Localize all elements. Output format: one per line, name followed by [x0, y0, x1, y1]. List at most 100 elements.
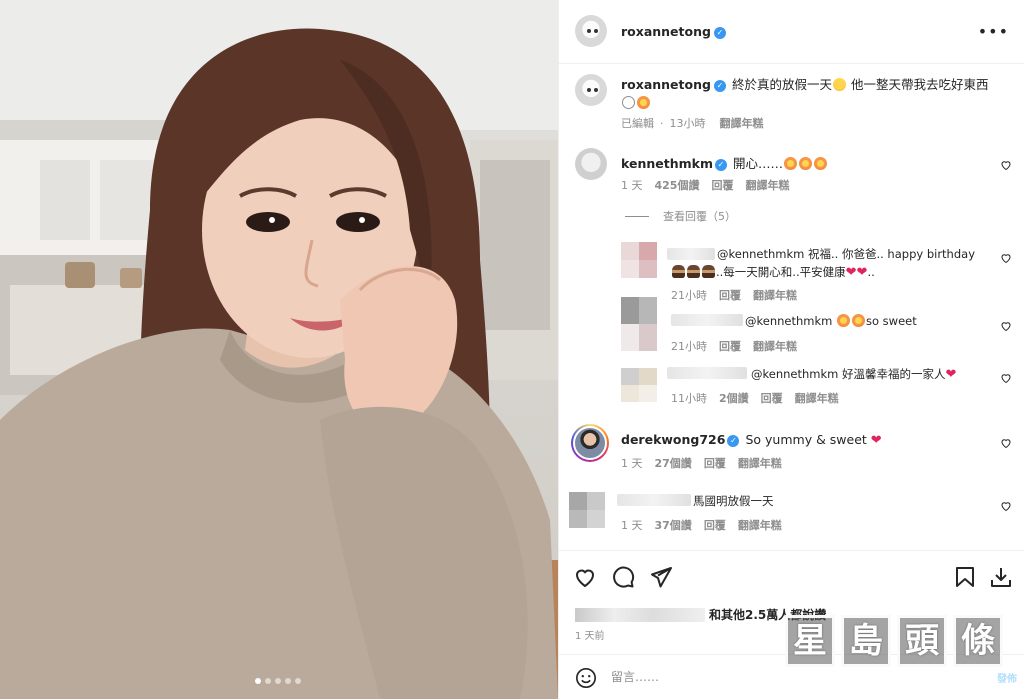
avatar-image	[573, 426, 607, 460]
author-username[interactable]: roxannetong ✓	[621, 24, 726, 39]
post-time[interactable]: 1 天前	[575, 627, 605, 642]
comment-meta: 1 天 425個讚 回覆 翻譯年糕	[621, 177, 789, 193]
reply-button[interactable]: 回覆	[719, 287, 741, 303]
reply-text: @kennethmkm 好溫馨幸福的一家人❤	[751, 366, 956, 382]
smile-icon[interactable]	[575, 667, 597, 689]
caption-time[interactable]: 13小時	[670, 115, 706, 131]
reply-avatar[interactable]	[621, 242, 657, 278]
view-replies-label: 查看回覆（5）	[663, 210, 736, 223]
caption-author[interactable]: roxannetong ✓	[621, 77, 726, 92]
heart-icon[interactable]	[1000, 500, 1012, 512]
comment-username[interactable]	[617, 494, 691, 506]
comment-username[interactable]: kennethmkm	[621, 156, 713, 171]
caption-meta: 已編輯 · 13小時 翻譯年糕	[621, 115, 764, 131]
red-heart-icon: ❤	[856, 265, 868, 280]
translate-link[interactable]: 翻譯年糕	[753, 338, 797, 354]
reply-avatar[interactable]	[621, 368, 657, 402]
comment-avatar[interactable]	[575, 148, 607, 180]
reply-body: so sweet	[866, 314, 917, 328]
love-emoji-icon	[837, 314, 850, 327]
translate-link[interactable]: 翻譯年糕	[738, 455, 782, 471]
watermark-char: 頭	[897, 615, 947, 667]
reply-button[interactable]: 回覆	[719, 338, 741, 354]
carousel-dots[interactable]	[255, 678, 301, 684]
red-heart-icon: ❤	[845, 265, 857, 280]
reply-body: @kennethmkm 祝福.. 你爸爸.. happy birthday	[717, 247, 975, 261]
heart-icon[interactable]	[573, 565, 597, 589]
comment-avatar[interactable]	[569, 492, 605, 528]
reply-meta: 11小時 2個讚 回覆 翻譯年糕	[671, 390, 839, 406]
red-heart-icon: ❤	[945, 367, 957, 382]
author-name[interactable]: roxannetong	[621, 24, 711, 39]
reply-button[interactable]: 回覆	[711, 177, 733, 193]
view-replies-button[interactable]: 查看回覆（5）	[625, 208, 736, 224]
translate-link[interactable]: 翻譯年糕	[738, 517, 782, 533]
comment-input[interactable]	[611, 668, 911, 686]
carousel-dot[interactable]	[285, 678, 291, 684]
post-photo[interactable]	[0, 0, 558, 699]
translate-link[interactable]: 翻譯年糕	[745, 177, 789, 193]
translate-link[interactable]: 翻譯年糕	[795, 390, 839, 406]
comment-icon[interactable]	[611, 565, 635, 589]
comment-meta: 1 天 37個讚 回覆 翻譯年糕	[621, 517, 782, 533]
verified-icon: ✓	[713, 80, 726, 92]
download-icon[interactable]	[989, 565, 1013, 589]
caption-avatar[interactable]	[575, 74, 607, 106]
love-emoji-icon	[637, 96, 650, 109]
carousel-dot[interactable]	[275, 678, 281, 684]
photo-illustration	[0, 0, 558, 699]
reply-mention[interactable]: @kennethmkm	[751, 367, 838, 381]
love-emoji-icon	[783, 157, 797, 170]
comment-likes[interactable]: 27個讚	[655, 455, 692, 471]
comment-time[interactable]: 1 天	[621, 177, 643, 193]
carousel-dot[interactable]	[295, 678, 301, 684]
reply-text: @kennethmkm so sweet	[745, 314, 917, 328]
translate-link[interactable]: 翻譯年糕	[720, 115, 764, 131]
avatar[interactable]	[575, 15, 607, 47]
carousel-dot[interactable]	[265, 678, 271, 684]
reply-text-line2: ..每一天開心和..平安健康❤❤..	[671, 264, 875, 280]
comment-text: 馬國明放假一天	[693, 493, 774, 509]
post-comment-button[interactable]: 發佈	[997, 670, 1017, 685]
reply-mention[interactable]: @kennethmkm	[745, 314, 832, 328]
more-icon[interactable]: •••	[978, 22, 1009, 41]
verified-icon: ✓	[713, 27, 726, 39]
comment-likes[interactable]: 425個讚	[655, 177, 700, 193]
reply-time[interactable]: 21小時	[671, 338, 707, 354]
reply-body-2: ..每一天開心和..平安健康	[716, 265, 846, 279]
carousel-dot[interactable]	[255, 678, 261, 684]
caption-text-2: 他一整天帶我去吃好東西	[850, 77, 989, 92]
love-emoji-icon	[813, 157, 827, 170]
cake-emoji-icon	[672, 265, 685, 278]
reply-meta: 21小時 回覆 翻譯年糕	[671, 338, 797, 354]
comment-likes[interactable]: 37個讚	[655, 517, 692, 533]
edited-label: 已編輯	[621, 117, 654, 130]
reply-body: 好溫馨幸福的一家人	[842, 367, 946, 381]
reply-username[interactable]	[667, 367, 747, 379]
story-ring-avatar[interactable]	[571, 424, 609, 462]
post-details-panel: roxannetong ✓ ••• roxannetong ✓ 終於真的放假一天 他一…	[558, 0, 1024, 699]
reply-button[interactable]: 回覆	[704, 517, 726, 533]
love-emoji-icon	[852, 314, 865, 327]
reply-button[interactable]: 回覆	[704, 455, 726, 471]
reply-username[interactable]	[671, 314, 743, 326]
heart-icon[interactable]	[1000, 159, 1012, 171]
reply-button[interactable]: 回覆	[761, 390, 783, 406]
reply-avatar[interactable]	[621, 297, 657, 351]
reply-meta: 21小時 回覆 翻譯年糕	[671, 287, 797, 303]
heart-icon[interactable]	[1000, 320, 1012, 332]
comment-time[interactable]: 1 天	[621, 455, 643, 471]
reply-time[interactable]: 11小時	[671, 390, 707, 406]
watermark-char: 條	[953, 615, 1003, 667]
comment-time[interactable]: 1 天	[621, 517, 643, 533]
save-icon[interactable]	[953, 565, 977, 589]
translate-link[interactable]: 翻譯年糕	[753, 287, 797, 303]
comment-username[interactable]: derekwong726	[621, 432, 725, 447]
reply-username[interactable]	[667, 248, 715, 260]
share-icon[interactable]	[649, 565, 673, 589]
heart-icon[interactable]	[1000, 372, 1012, 384]
heart-icon[interactable]	[1000, 437, 1012, 449]
reply-likes[interactable]: 2個讚	[719, 390, 749, 406]
heart-icon[interactable]	[1000, 252, 1012, 264]
reply-time[interactable]: 21小時	[671, 287, 707, 303]
